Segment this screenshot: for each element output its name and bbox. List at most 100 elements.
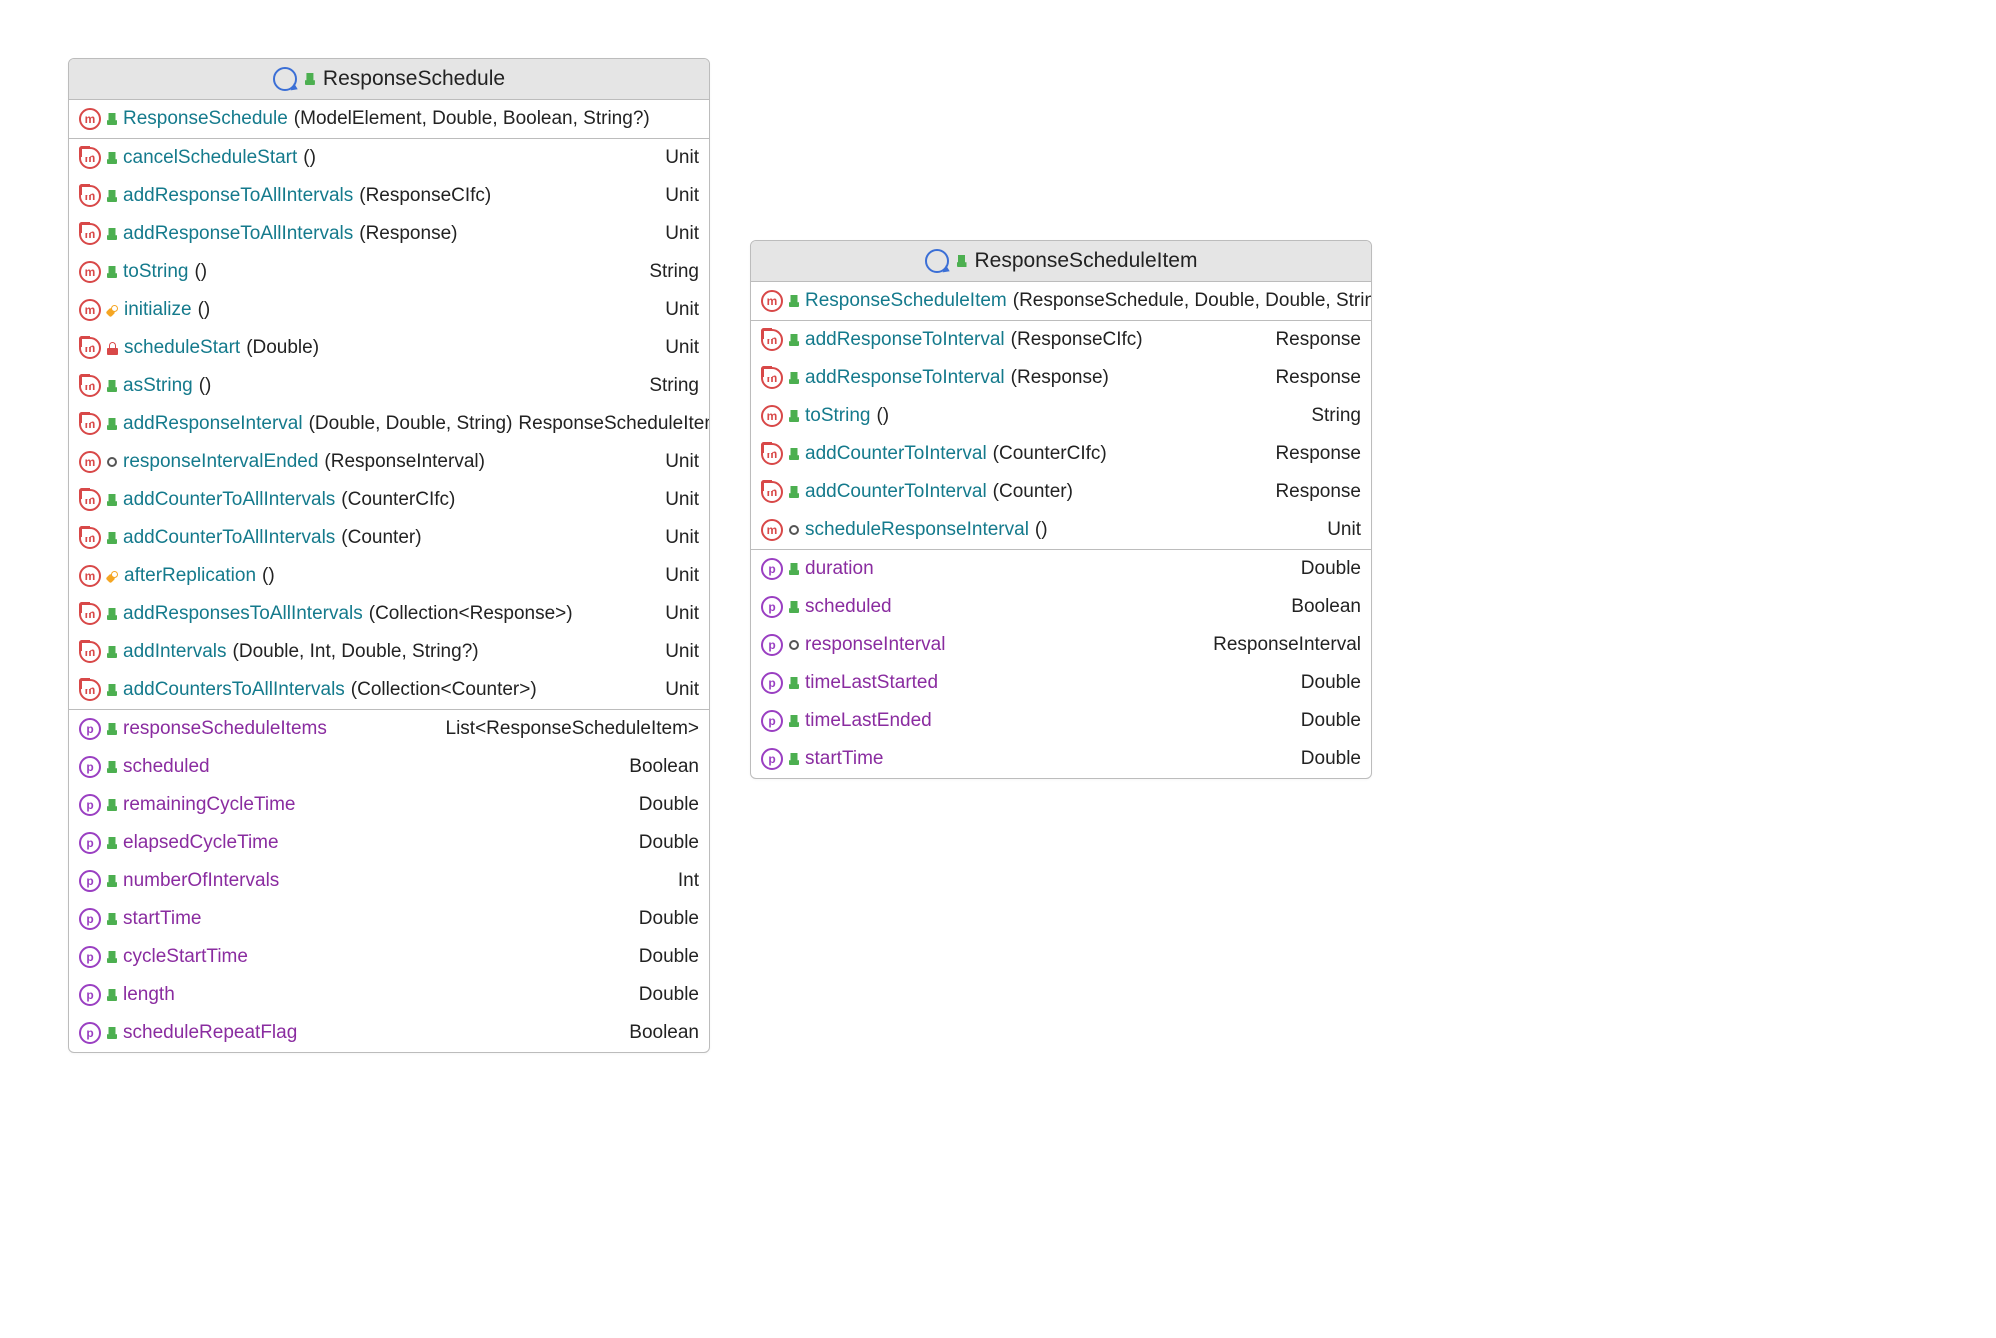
method-params: ()	[199, 375, 212, 397]
property-name: scheduled	[805, 596, 892, 618]
property-icon: p	[761, 634, 783, 656]
visibility-public-icon	[789, 486, 799, 498]
method-row[interactable]: maddResponseToAllIntervals(Response)Unit	[69, 215, 709, 253]
method-row[interactable]: maddIntervals(Double, Int, Double, Strin…	[69, 633, 709, 671]
method-params: ()	[262, 565, 275, 587]
class-header[interactable]: ResponseSchedule	[69, 59, 709, 100]
method-row[interactable]: maddCountersToAllIntervals(Collection<Co…	[69, 671, 709, 709]
property-row[interactable]: pelapsedCycleTimeDouble	[69, 824, 709, 862]
property-row[interactable]: pstartTimeDouble	[69, 900, 709, 938]
method-params: ()	[194, 261, 207, 283]
method-row[interactable]: mscheduleStart(Double)Unit	[69, 329, 709, 367]
method-row[interactable]: mtoString()String	[751, 397, 1371, 435]
class-box-ResponseScheduleItem[interactable]: ResponseScheduleItemmResponseScheduleIte…	[750, 240, 1372, 779]
property-row[interactable]: pscheduledBoolean	[751, 588, 1371, 626]
method-row[interactable]: mResponseSchedule(ModelElement, Double, …	[69, 100, 709, 138]
uml-canvas: ResponseSchedulemResponseSchedule(ModelE…	[40, 40, 1956, 1298]
property-row[interactable]: premainingCycleTimeDouble	[69, 786, 709, 824]
visibility-public-icon	[789, 410, 799, 422]
method-icon: m	[79, 451, 101, 473]
method-row[interactable]: mresponseIntervalEnded(ResponseInterval)…	[69, 443, 709, 481]
method-icon: m	[79, 261, 101, 283]
method-final-icon: m	[79, 641, 101, 663]
property-icon: p	[761, 558, 783, 580]
property-icon: p	[79, 946, 101, 968]
property-row[interactable]: presponseIntervalResponseInterval	[751, 626, 1371, 664]
method-final-icon: m	[79, 679, 101, 701]
method-row[interactable]: maddResponseToAllIntervals(ResponseCIfc)…	[69, 177, 709, 215]
return-type: Response	[1275, 367, 1361, 389]
return-type: Double	[639, 794, 699, 816]
method-name: addResponseToAllIntervals	[123, 223, 353, 245]
visibility-public-icon	[789, 753, 799, 765]
method-name: addResponseToInterval	[805, 367, 1005, 389]
method-params: (Double, Int, Double, String?)	[233, 641, 479, 663]
visibility-public-icon	[107, 1027, 117, 1039]
property-icon: p	[761, 710, 783, 732]
visibility-internal-icon	[107, 457, 117, 467]
return-type: Unit	[665, 565, 699, 587]
method-row[interactable]: mafterReplication()Unit	[69, 557, 709, 595]
method-name: addCounterToAllIntervals	[123, 489, 335, 511]
return-type: Unit	[665, 299, 699, 321]
property-row[interactable]: pstartTimeDouble	[751, 740, 1371, 778]
return-type: Unit	[665, 185, 699, 207]
visibility-protected-icon	[107, 305, 118, 316]
method-row[interactable]: mResponseScheduleItem(ResponseSchedule, …	[751, 282, 1371, 320]
method-row[interactable]: maddCounterToInterval(CounterCIfc)Respon…	[751, 435, 1371, 473]
visibility-protected-icon	[107, 571, 118, 582]
method-name: scheduleResponseInterval	[805, 519, 1029, 541]
property-row[interactable]: plengthDouble	[69, 976, 709, 1014]
property-name: scheduled	[123, 756, 210, 778]
method-row[interactable]: maddCounterToInterval(Counter)Response	[751, 473, 1371, 511]
property-row[interactable]: pscheduleRepeatFlagBoolean	[69, 1014, 709, 1052]
method-row[interactable]: maddCounterToAllIntervals(CounterCIfc)Un…	[69, 481, 709, 519]
method-params: (Double)	[246, 337, 319, 359]
method-final-icon: m	[761, 443, 783, 465]
method-params: (CounterCIfc)	[993, 443, 1107, 465]
method-icon: m	[79, 108, 101, 130]
method-row[interactable]: mtoString()String	[69, 253, 709, 291]
return-type: Unit	[665, 147, 699, 169]
method-row[interactable]: maddResponseToInterval(ResponseCIfc)Resp…	[751, 321, 1371, 359]
property-name: duration	[805, 558, 874, 580]
property-row[interactable]: pcycleStartTimeDouble	[69, 938, 709, 976]
method-icon: m	[761, 405, 783, 427]
method-row[interactable]: minitialize()Unit	[69, 291, 709, 329]
property-icon: p	[79, 908, 101, 930]
method-icon: m	[761, 519, 783, 541]
property-row[interactable]: ptimeLastEndedDouble	[751, 702, 1371, 740]
method-name: cancelScheduleStart	[123, 147, 297, 169]
method-row[interactable]: mscheduleResponseInterval()Unit	[751, 511, 1371, 549]
return-type: Int	[678, 870, 699, 892]
method-row[interactable]: maddResponsesToAllIntervals(Collection<R…	[69, 595, 709, 633]
property-row[interactable]: presponseScheduleItemsList<ResponseSched…	[69, 710, 709, 748]
method-name: addResponseInterval	[123, 413, 303, 435]
method-name: asString	[123, 375, 193, 397]
method-row[interactable]: mcancelScheduleStart()Unit	[69, 139, 709, 177]
method-final-icon: m	[79, 527, 101, 549]
class-box-ResponseSchedule[interactable]: ResponseSchedulemResponseSchedule(ModelE…	[68, 58, 710, 1053]
return-type: String	[1311, 405, 1361, 427]
method-params: ()	[198, 299, 211, 321]
method-row[interactable]: maddResponseInterval(Double, Double, Str…	[69, 405, 709, 443]
method-row[interactable]: maddCounterToAllIntervals(Counter)Unit	[69, 519, 709, 557]
property-name: startTime	[123, 908, 201, 930]
property-row[interactable]: ptimeLastStartedDouble	[751, 664, 1371, 702]
property-row[interactable]: pscheduledBoolean	[69, 748, 709, 786]
property-name: timeLastEnded	[805, 710, 932, 732]
return-type: Double	[639, 946, 699, 968]
property-name: remainingCycleTime	[123, 794, 295, 816]
property-row[interactable]: pdurationDouble	[751, 550, 1371, 588]
method-name: addCounterToAllIntervals	[123, 527, 335, 549]
property-icon: p	[761, 672, 783, 694]
visibility-public-icon	[789, 715, 799, 727]
property-row[interactable]: pnumberOfIntervalsInt	[69, 862, 709, 900]
visibility-private-icon	[107, 342, 118, 355]
method-row[interactable]: maddResponseToInterval(Response)Response	[751, 359, 1371, 397]
method-params: ()	[303, 147, 316, 169]
method-name: addResponseToAllIntervals	[123, 185, 353, 207]
method-row[interactable]: masString()String	[69, 367, 709, 405]
class-header[interactable]: ResponseScheduleItem	[751, 241, 1371, 282]
visibility-public-icon	[107, 684, 117, 696]
